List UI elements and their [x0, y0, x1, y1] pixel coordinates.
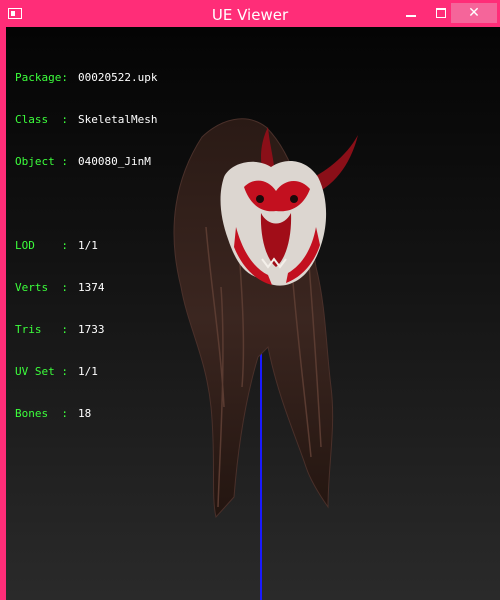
info-uvset: UV Set :1/1: [15, 365, 98, 378]
title-bar[interactable]: UE Viewer ✕: [3, 3, 497, 27]
close-icon: ✕: [468, 5, 480, 21]
maximize-icon: [436, 8, 446, 18]
app-window: UE Viewer ✕ Package: 00020522.upk Class …: [0, 0, 500, 600]
mesh-info-panel: Package: 00020522.upk Class : SkeletalMesh…: [15, 43, 157, 449]
mask-eye-right: [290, 195, 298, 203]
info-tris: Tris :1733: [15, 323, 105, 336]
info-package: Package: 00020522.upk: [15, 71, 158, 84]
info-class: Class : SkeletalMesh: [15, 113, 158, 126]
info-bones: Bones :18: [15, 407, 92, 420]
mask-eye-left: [256, 195, 264, 203]
info-object: Object :040080_JinM: [15, 155, 151, 168]
minimize-icon: [406, 15, 416, 17]
info-lod: LOD :1/1: [15, 239, 98, 252]
3d-viewport[interactable]: Package: 00020522.upk Class : SkeletalMesh…: [6, 27, 500, 600]
info-verts: Verts :1374: [15, 281, 105, 294]
close-button[interactable]: ✕: [451, 3, 497, 23]
